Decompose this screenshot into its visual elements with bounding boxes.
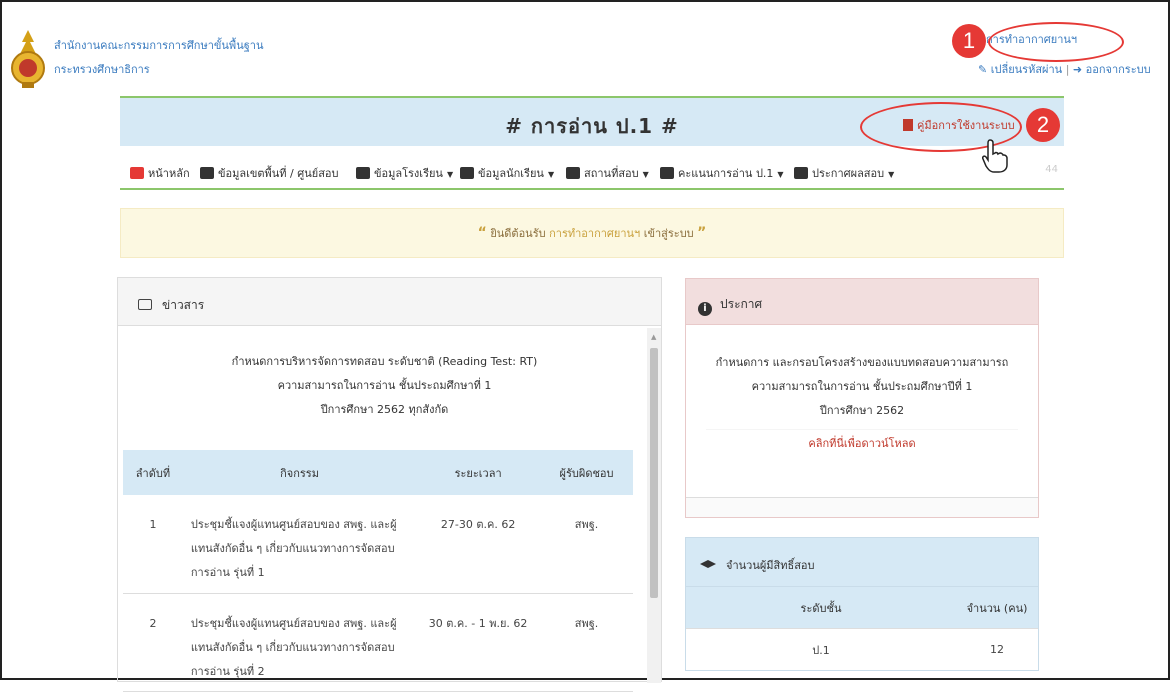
table-row: ป.1 12 bbox=[686, 628, 1038, 671]
exam-count-header: จำนวนผู้มีสิทธิ์สอบ bbox=[686, 538, 1038, 586]
account-links: ✎ เปลี่ยนรหัสผ่าน | ➜ ออกจากระบบ bbox=[978, 60, 1151, 78]
nav-student[interactable]: ข้อมูลนักเรียน ▼ bbox=[460, 164, 554, 182]
logout-link[interactable]: ออกจากระบบ bbox=[1086, 63, 1151, 76]
announcement-header: i ประกาศ bbox=[686, 279, 1038, 325]
bullhorn-icon bbox=[794, 167, 808, 179]
nav-exam-site[interactable]: สถานที่สอบ ▼ bbox=[566, 164, 649, 182]
scroll-thumb[interactable] bbox=[650, 348, 658, 598]
news-panel: ข่าวสาร กำหนดการบริหารจัดการทดสอบ ระดับช… bbox=[117, 277, 662, 692]
news-title: กำหนดการบริหารจัดการทดสอบ ระดับชาติ (Rea… bbox=[231, 355, 538, 416]
table-icon bbox=[566, 167, 580, 179]
nav-home[interactable]: หน้าหลัก bbox=[130, 164, 190, 182]
graduation-cap-icon bbox=[700, 560, 716, 568]
open-quote-icon: “ bbox=[477, 225, 487, 241]
news-scrollbar[interactable]: ▲ bbox=[647, 328, 661, 683]
welcome-name: การทำอากาศยานฯ bbox=[549, 227, 641, 240]
newspaper-icon bbox=[138, 299, 152, 310]
org-name: สำนักงานคณะกรรมการการศึกษาขั้นพื้นฐาน กร… bbox=[54, 34, 263, 82]
welcome-suffix: เข้าสู่ระบบ bbox=[643, 227, 694, 240]
home-icon bbox=[130, 167, 144, 179]
nav-extra: 44 bbox=[1045, 164, 1058, 175]
download-link[interactable]: คลิกที่นี่เพื่อดาวน์โหลด bbox=[706, 429, 1018, 458]
nav-school[interactable]: ข้อมูลโรงเรียน ▼ bbox=[356, 164, 453, 182]
info-icon: i bbox=[698, 302, 712, 316]
table-row: 1 ประชุมชี้แจงผู้แทนศูนย์สอบของ สพฐ. และ… bbox=[123, 495, 633, 594]
announcement-panel: i ประกาศ กำหนดการ และกรอบโครงสร้างของแบบท… bbox=[685, 278, 1039, 518]
table-header: ระดับชั้น จำนวน (คน) bbox=[686, 586, 1038, 629]
table-row: 2 ประชุมชี้แจงผู้แทนศูนย์สอบของ สพฐ. และ… bbox=[123, 593, 633, 692]
change-password-link[interactable]: เปลี่ยนรหัสผ่าน bbox=[991, 63, 1062, 76]
welcome-banner: “ ยินดีต้อนรับ การทำอากาศยานฯ เข้าสู่ระบ… bbox=[120, 208, 1064, 258]
announcement-text: กำหนดการ และกรอบโครงสร้างของแบบทดสอบความ… bbox=[715, 356, 1009, 417]
org-line-1[interactable]: สำนักงานคณะกรรมการการศึกษาขั้นพื้นฐาน bbox=[54, 34, 263, 58]
nav-area-center[interactable]: ข้อมูลเขตพื้นที่ / ศูนย์สอบ bbox=[200, 164, 339, 182]
close-quote-icon: ” bbox=[697, 225, 707, 241]
table-header: ลำดับที่ กิจกรรม ระยะเวลา ผู้รับผิดชอบ bbox=[123, 450, 633, 495]
step-badge-1: 1 bbox=[952, 24, 986, 58]
scroll-up-icon[interactable]: ▲ bbox=[651, 333, 656, 341]
nav-reading-score[interactable]: คะแนนการอ่าน ป.1 ▼ bbox=[660, 164, 784, 182]
step-badge-2: 2 bbox=[1026, 108, 1060, 142]
separator: | bbox=[1065, 63, 1070, 76]
download-icon bbox=[660, 167, 674, 179]
announcement-footer bbox=[686, 497, 1038, 517]
sign-out-icon: ➜ bbox=[1072, 63, 1083, 76]
news-header: ข่าวสาร bbox=[118, 278, 661, 326]
exam-count-panel: จำนวนผู้มีสิทธิ์สอบ ระดับชั้น จำนวน (คน)… bbox=[685, 537, 1039, 671]
edit-icon: ✎ bbox=[978, 63, 988, 76]
news-body[interactable]: กำหนดการบริหารจัดการทดสอบ ระดับชาติ (Rea… bbox=[118, 328, 646, 692]
ministry-logo bbox=[11, 30, 45, 88]
graduation-cap-icon bbox=[460, 167, 474, 179]
bank-icon bbox=[200, 167, 214, 179]
welcome-prefix: ยินดีต้อนรับ bbox=[490, 227, 546, 240]
org-line-2[interactable]: กระทรวงศึกษาธิการ bbox=[54, 58, 263, 82]
exam-count-table: ระดับชั้น จำนวน (คน) ป.1 12 bbox=[686, 586, 1038, 671]
nav-results[interactable]: ประกาศผลสอบ ▼ bbox=[794, 164, 894, 182]
main-nav: หน้าหลัก ข้อมูลเขตพื้นที่ / ศูนย์สอบ ข้อ… bbox=[120, 152, 1064, 190]
briefcase-icon bbox=[356, 167, 370, 179]
highlight-ellipse-1 bbox=[988, 22, 1124, 62]
schedule-table: ลำดับที่ กิจกรรม ระยะเวลา ผู้รับผิดชอบ 1… bbox=[123, 450, 633, 692]
